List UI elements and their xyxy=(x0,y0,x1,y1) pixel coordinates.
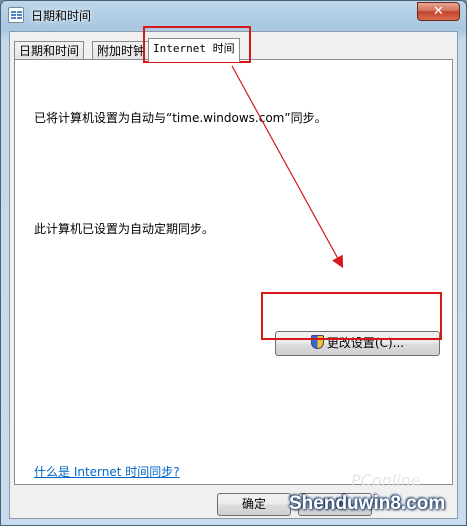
tab-internet-time[interactable]: Internet 时间 xyxy=(148,38,240,62)
internet-time-help-link[interactable]: 什么是 Internet 时间同步? xyxy=(34,463,180,480)
tab-additional-clocks[interactable]: 附加时钟 xyxy=(92,41,151,61)
internet-time-panel: 已将计算机设置为自动与“time.windows.com”同步。 此计算机已设置… xyxy=(14,59,453,485)
window-title: 日期和时间 xyxy=(31,9,92,23)
dialog-body: 日期和时间 附加时钟 Internet 时间 已将计算机设置为自动与“time.… xyxy=(9,31,458,519)
auto-sync-text: 此计算机已设置为自动定期同步。 xyxy=(34,222,215,236)
site-watermark: Shenduwin8.com xyxy=(289,493,446,514)
ok-button[interactable]: 确定 xyxy=(217,493,291,516)
date-time-dialog: 日期和时间 ✕ 日期和时间 附加时钟 Internet 时间 已将计算机设置为自… xyxy=(0,0,467,526)
tab-date-time[interactable]: 日期和时间 xyxy=(14,41,85,61)
sync-server-text: 已将计算机设置为自动与“time.windows.com”同步。 xyxy=(34,111,327,125)
pconline-watermark: PConline xyxy=(351,471,421,490)
tab-strip: 日期和时间 附加时钟 Internet 时间 xyxy=(10,38,457,62)
annotation-highlight-button xyxy=(261,292,442,340)
close-button[interactable]: ✕ xyxy=(417,2,460,21)
title-bar[interactable]: 日期和时间 ✕ xyxy=(1,1,466,29)
clock-calendar-icon xyxy=(8,7,24,23)
